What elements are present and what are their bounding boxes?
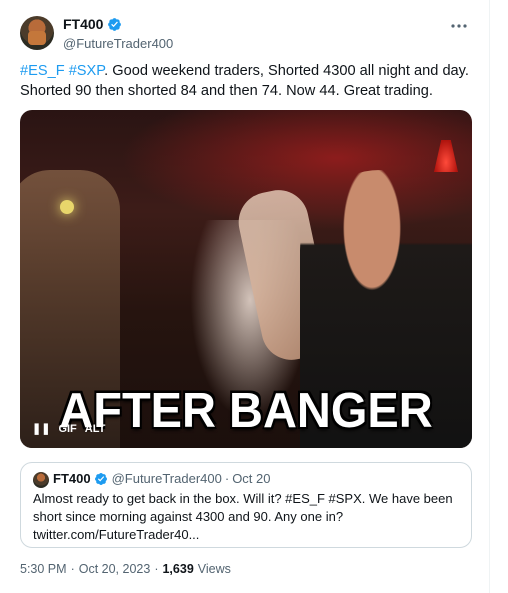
- quoted-tweet-header: FT400 @FutureTrader400 · Oct 20: [53, 471, 270, 486]
- gif-controls: ❚❚ GIF ALT: [32, 422, 106, 436]
- author-handle[interactable]: @FutureTrader400: [63, 36, 173, 51]
- views-count: 1,639: [162, 562, 194, 576]
- views-label: Views: [197, 562, 231, 576]
- author-names: FT400 @FutureTrader400: [63, 16, 173, 51]
- tweet-header: FT400 @FutureTrader400: [20, 14, 480, 54]
- gif-media[interactable]: AFTER BANGER ❚❚ GIF ALT: [20, 110, 472, 448]
- hashtag-link[interactable]: #SXP: [69, 63, 104, 79]
- gif-badge[interactable]: GIF: [58, 423, 76, 435]
- author-avatar[interactable]: [20, 16, 54, 50]
- tweet-text: #ES_F #SXP. Good weekend traders, Shorte…: [20, 61, 480, 101]
- quoted-tweet[interactable]: FT400 @FutureTrader400 · Oct 20 Almost r…: [20, 462, 472, 548]
- hashtag-link[interactable]: #ES_F: [20, 63, 65, 79]
- verified-badge-icon: [94, 472, 107, 485]
- alt-text-badge[interactable]: ALT: [85, 423, 106, 435]
- tweet-time[interactable]: 5:30 PM: [20, 562, 67, 576]
- author-display-name[interactable]: FT400: [63, 16, 103, 32]
- tweet-date[interactable]: Oct 20, 2023: [79, 562, 151, 576]
- quoted-author-name: FT400: [53, 471, 91, 486]
- more-dots-glyph: [451, 24, 467, 28]
- pause-icon[interactable]: ❚❚: [32, 422, 50, 435]
- separator-dot: ·: [70, 562, 75, 576]
- quoted-tweet-text: Almost ready to get back in the box. Wil…: [33, 491, 453, 542]
- quoted-author-avatar: [33, 472, 49, 488]
- separator-dot: ·: [224, 471, 230, 486]
- verified-badge-icon: [108, 17, 122, 31]
- separator-dot: ·: [154, 562, 159, 576]
- author-display-name-row[interactable]: FT400: [63, 16, 122, 32]
- more-horizontal-icon[interactable]: [450, 18, 470, 34]
- avatar-detail: [28, 31, 46, 45]
- tweet-card: FT400 @FutureTrader400 #ES_F #SXP. Good …: [0, 0, 490, 593]
- quoted-author-handle: @FutureTrader400: [111, 471, 222, 486]
- quoted-tweet-time: Oct 20: [232, 471, 271, 486]
- light-graphic: [60, 200, 74, 214]
- tweet-meta: 5:30 PM · Oct 20, 2023 · 1,639 Views: [20, 562, 231, 576]
